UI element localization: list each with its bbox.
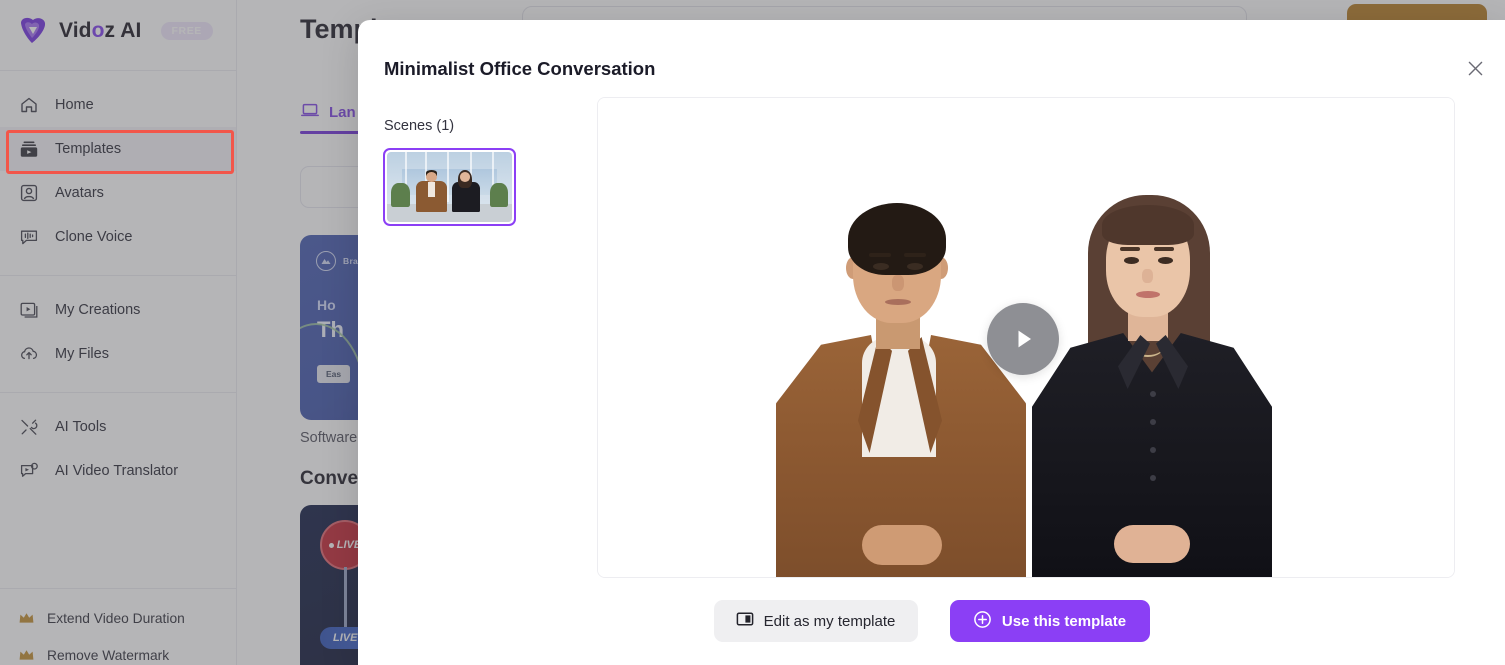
video-preview[interactable] <box>597 97 1455 578</box>
layout-edit-icon <box>736 610 754 632</box>
plus-circle-icon <box>973 610 992 633</box>
avatar-female <box>1032 195 1272 577</box>
play-icon[interactable] <box>987 303 1059 375</box>
avatar-male <box>776 203 1026 577</box>
video-stage <box>598 98 1454 577</box>
edit-button-label: Edit as my template <box>763 612 896 630</box>
app-root: Vidoz AI FREE Home Templates Avatars Clo… <box>0 0 1505 665</box>
scene-thumbnail[interactable] <box>383 148 516 226</box>
close-icon[interactable] <box>1459 52 1491 84</box>
modal-title: Minimalist Office Conversation <box>384 58 656 79</box>
modal-actions: Edit as my template Use this template <box>358 600 1505 642</box>
use-button-label: Use this template <box>1001 612 1127 630</box>
scene-thumbnail-image <box>387 152 512 222</box>
use-this-template-button[interactable]: Use this template <box>949 600 1150 642</box>
template-preview-modal: Minimalist Office Conversation Scenes (1… <box>358 20 1505 665</box>
scenes-label: Scenes (1) <box>384 118 455 134</box>
edit-as-my-template-button[interactable]: Edit as my template <box>713 600 918 642</box>
